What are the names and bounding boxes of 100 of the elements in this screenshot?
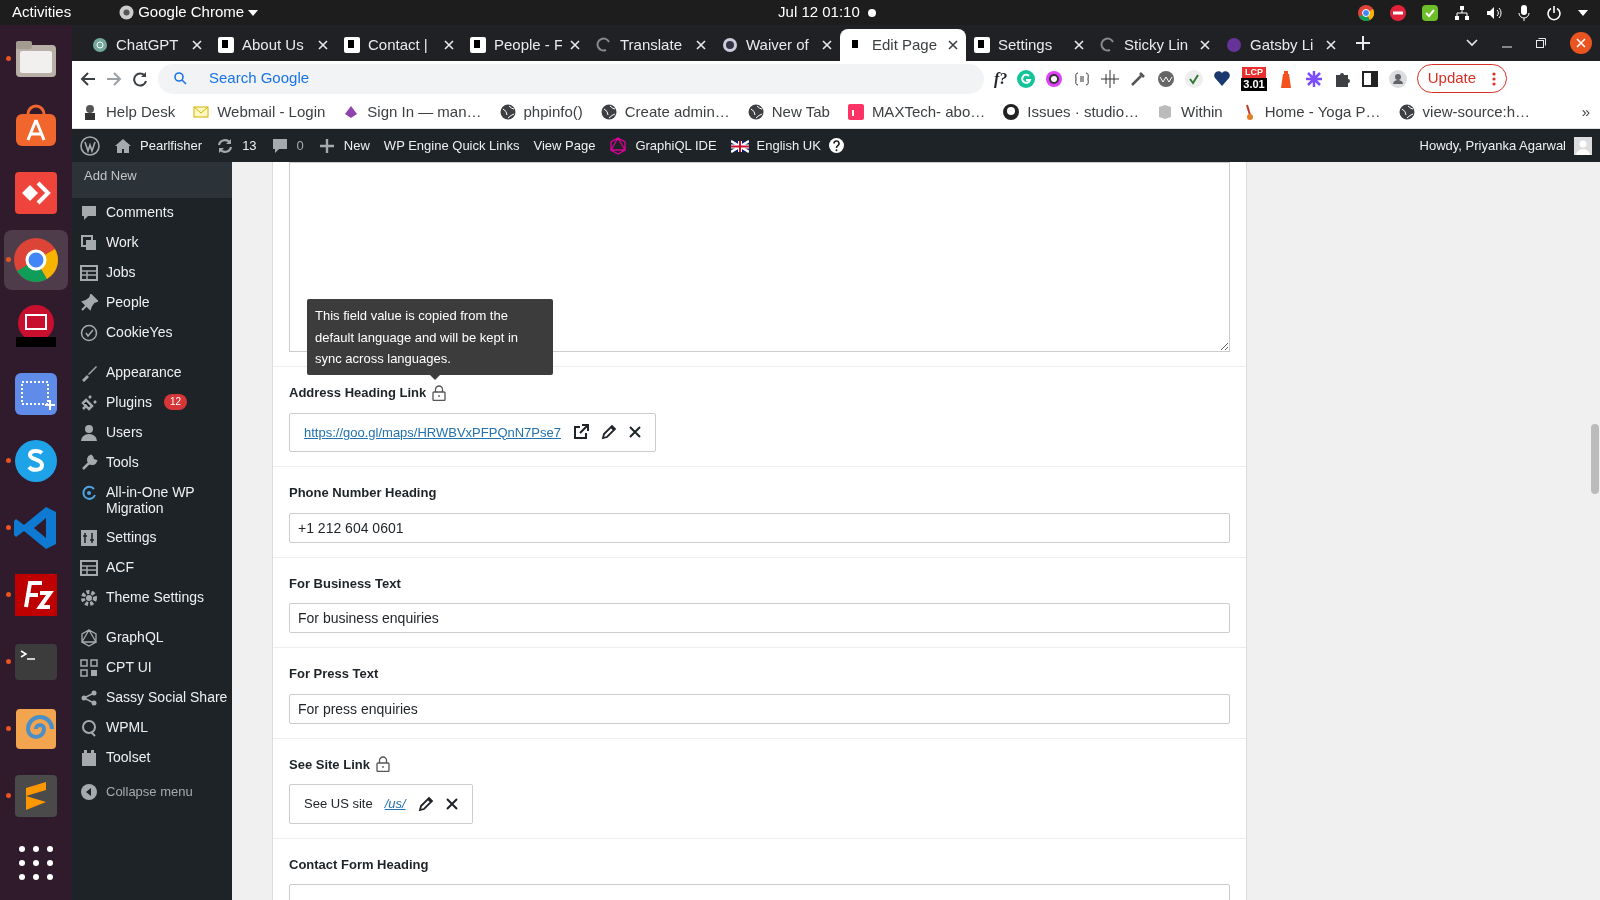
browser-tab[interactable]: Gatsby Li [1218, 29, 1344, 62]
bookmark[interactable]: Home - Yoga P… [1240, 100, 1381, 124]
bookmark[interactable]: Help Desk [82, 100, 176, 124]
text-area[interactable] [289, 162, 1230, 353]
sidebar-menu-item[interactable]: Theme Settings [72, 583, 232, 614]
color-ring-icon[interactable] [1045, 69, 1064, 88]
bookmark[interactable]: Sign In — man… [343, 100, 482, 124]
browser-tab[interactable]: About Us [210, 29, 336, 62]
collapse-menu-button[interactable]: Collapse menu [72, 777, 232, 808]
site-link[interactable]: Pearlfisher [114, 135, 203, 156]
braces-icon[interactable] [1073, 69, 1092, 88]
scrollbar-thumb[interactable] [1591, 424, 1599, 495]
bookmark[interactable]: New Tab [747, 100, 830, 124]
envelope-icon [193, 104, 210, 121]
update-button[interactable]: Update [1416, 64, 1508, 93]
pencil-icon[interactable] [601, 424, 617, 441]
sidebar-menu-item[interactable]: Sassy Social Share [72, 683, 232, 714]
refresh-icon [216, 136, 235, 155]
browser-tab[interactable]: Edit Page [840, 29, 966, 62]
admin-bar-link[interactable]: View Page [533, 135, 596, 156]
sidebar-menu-item[interactable]: GraphQL [72, 623, 232, 654]
sidebar-menu-item[interactable]: WPML [72, 713, 232, 744]
link[interactable]: /us/ [384, 794, 406, 814]
close-icon[interactable] [445, 797, 458, 810]
link-field[interactable]: See US site /us/ [289, 784, 473, 824]
comments-link[interactable]: 0 [270, 135, 304, 156]
sidebar-menu-item[interactable]: Work [72, 227, 232, 258]
bookmark[interactable]: Within [1157, 100, 1223, 124]
address-bar[interactable]: Search Google [158, 63, 984, 94]
bookmark[interactable]: MAXTech- abo… [847, 100, 986, 124]
power-icon[interactable] [1546, 4, 1562, 21]
profile-icon[interactable] [1388, 69, 1407, 88]
updates-link[interactable]: 13 [216, 135, 257, 156]
close-icon[interactable] [948, 40, 958, 51]
sidebar-menu-item[interactable]: Settings [72, 523, 232, 554]
more-bookmarks-button[interactable]: » [1581, 100, 1590, 124]
bookmark[interactable]: Webmail - Login [193, 100, 326, 124]
sidebar-menu-item[interactable]: Users [72, 417, 232, 448]
admin-bar-link[interactable]: GraphiQL IDE [609, 135, 717, 156]
text-field[interactable]: +1 212 604 0601 [289, 512, 1230, 543]
microphone-icon[interactable] [1518, 4, 1530, 21]
chevron-down-icon[interactable] [1466, 39, 1478, 48]
external-link-icon[interactable] [573, 424, 589, 441]
text-field[interactable]: For business enquiries [289, 603, 1230, 634]
browser-tab[interactable]: Contact | [336, 29, 462, 62]
sidebar-menu-item[interactable]: CookieYes [72, 317, 232, 348]
address-field[interactable]: Search Google [207, 66, 968, 91]
link-field[interactable]: https://goo.gl/maps/HRWBVxPFPQnN7Pse7 [289, 412, 656, 453]
extension-button[interactable]: f? [994, 66, 1008, 91]
new-tab-icon[interactable] [1356, 36, 1370, 51]
account-menu[interactable]: Howdy, Priyanka Agarwal [1419, 135, 1592, 156]
heart-icon[interactable] [1213, 69, 1232, 88]
network-icon[interactable] [1454, 4, 1470, 21]
browser-tab[interactable]: Translate [588, 29, 714, 62]
caret-icon [248, 8, 259, 17]
bookmark[interactable]: Issues · studio… [1003, 100, 1139, 124]
wordpress-logo-icon[interactable] [80, 135, 100, 156]
sidebar-menu-item[interactable]: CPT UI [72, 653, 232, 684]
back-icon[interactable] [80, 70, 96, 87]
bookmark[interactable]: Create admin… [600, 100, 730, 124]
sidebar-menu-item[interactable]: Tools [72, 447, 232, 478]
sidebar-menu-item[interactable]: Plugins 12 [72, 387, 232, 418]
browser-tab[interactable]: Settings [966, 29, 1092, 62]
browser-tab[interactable]: Sticky Lin [1092, 29, 1218, 62]
sidebar-menu-item[interactable]: Comments [72, 197, 232, 228]
new-content-link[interactable]: New [317, 135, 370, 156]
sidebar-menu-item[interactable]: All-in-One WP Migration [72, 477, 232, 524]
language-switcher[interactable]: English UK [730, 135, 844, 156]
close-icon[interactable] [629, 426, 641, 439]
asterisk-icon[interactable] [1304, 69, 1323, 88]
wave-icon[interactable] [1157, 69, 1176, 88]
reload-icon[interactable] [132, 70, 148, 87]
browser-tab[interactable]: People - F [462, 29, 588, 62]
close-icon[interactable] [1570, 32, 1592, 55]
crosshair-icon[interactable] [1101, 69, 1120, 88]
wrench-icon [80, 453, 98, 472]
do-not-disturb-icon[interactable] [1390, 4, 1406, 21]
app-menu[interactable]: Google Chrome [119, 1, 259, 24]
clock[interactable]: Jul 12 01:10 [778, 1, 876, 24]
checkmark-icon[interactable] [1185, 69, 1204, 88]
forward-icon[interactable] [106, 70, 122, 87]
admin-bar-link[interactable]: WP Engine Quick Links [383, 135, 520, 156]
browser-tab[interactable]: ChatGPT [84, 29, 210, 62]
link[interactable]: https://goo.gl/maps/HRWBVxPFPQnN7Pse7 [304, 422, 561, 443]
bookmark[interactable]: phpinfo() [499, 100, 583, 124]
sidebar-menu-item[interactable]: Toolset [72, 743, 232, 774]
sidebar-menu-item[interactable]: Jobs [72, 257, 232, 288]
sidebar-menu-item[interactable]: People [72, 287, 232, 318]
pencil-icon[interactable] [417, 795, 434, 812]
shield-check-icon[interactable] [1422, 4, 1438, 21]
sidebar-menu-item[interactable]: ACF [72, 553, 232, 584]
text-field[interactable]: For press enquiries [289, 693, 1230, 724]
side-panel-icon[interactable] [1360, 69, 1379, 88]
browser-tab[interactable]: Waiver of [714, 29, 840, 62]
sidebar-menu-item[interactable]: Appearance [72, 357, 232, 388]
bookmark[interactable]: view-source:h… [1398, 100, 1531, 124]
restore-icon[interactable] [1536, 38, 1546, 49]
caret-icon[interactable] [1578, 8, 1588, 17]
collapse-icon [80, 783, 98, 802]
activities-button[interactable]: Activities [12, 1, 72, 24]
